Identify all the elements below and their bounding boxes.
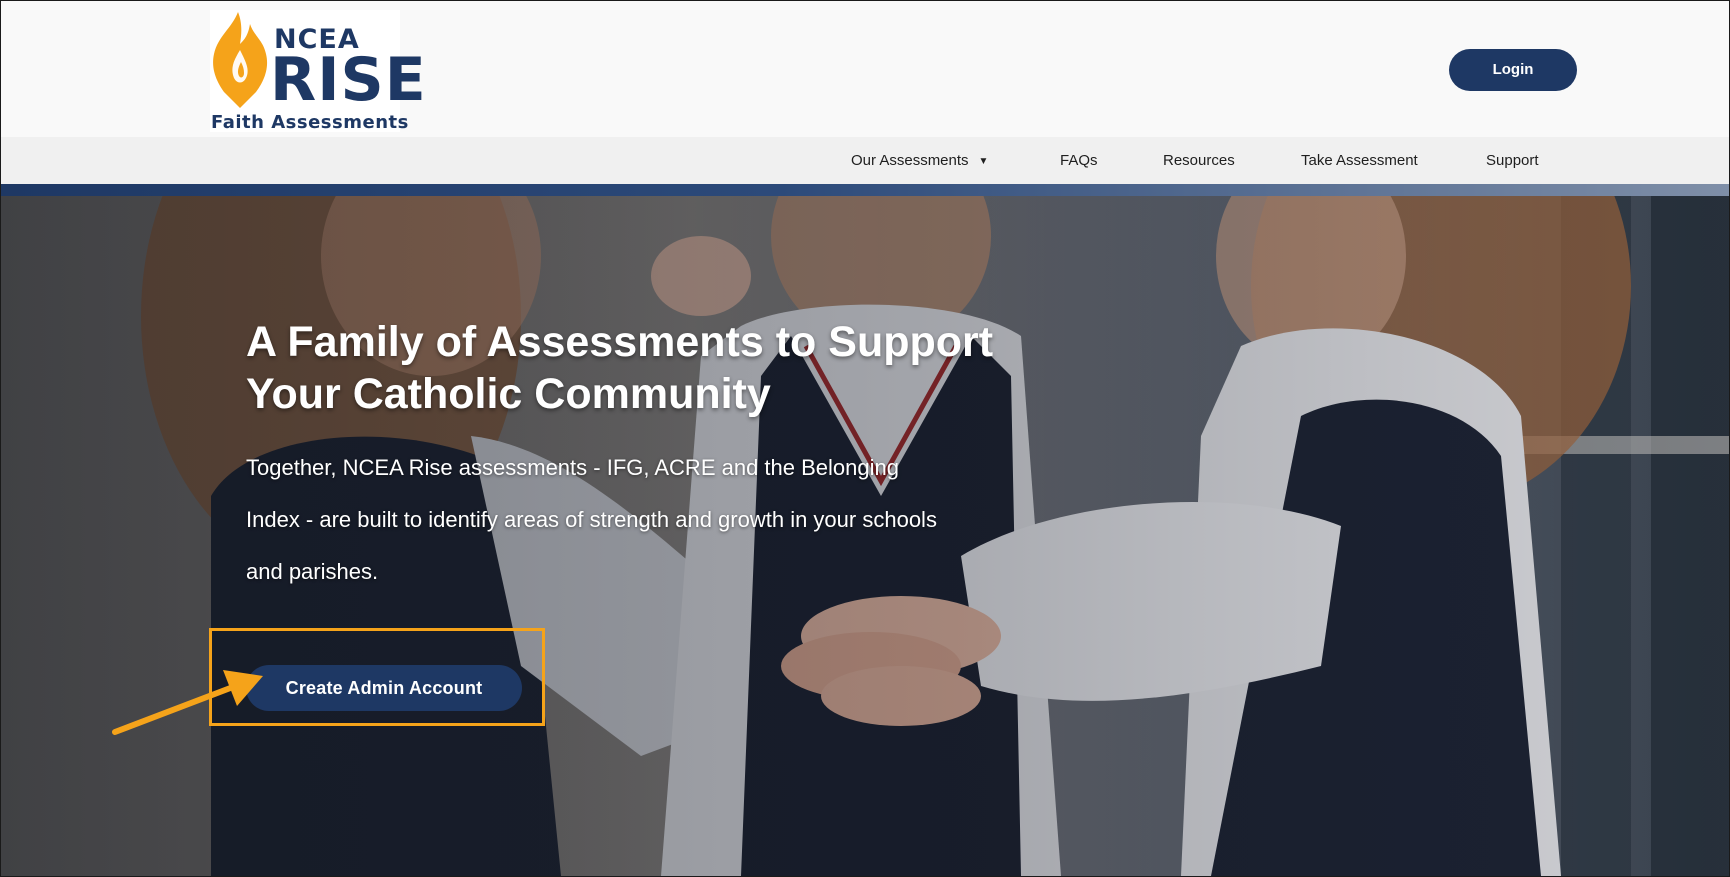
nav-item-support[interactable]: Support xyxy=(1486,137,1539,184)
nav-item-take-assessment[interactable]: Take Assessment xyxy=(1301,137,1418,184)
site-header: NCEA RISE Faith Assessments Login xyxy=(1,1,1729,137)
hero-section: A Family of Assessments to Support Your … xyxy=(1,196,1729,876)
arrow-icon xyxy=(112,670,263,735)
nav-item-resources[interactable]: Resources xyxy=(1163,137,1235,184)
nav-item-our-assessments[interactable]: Our Assessments ▼ xyxy=(851,137,988,184)
flame-icon xyxy=(213,12,268,108)
nav-accent-bar xyxy=(1,184,1729,196)
nav-item-faqs[interactable]: FAQs xyxy=(1060,137,1098,184)
login-button[interactable]: Login xyxy=(1449,49,1577,91)
ncea-rise-logo[interactable]: NCEA RISE Faith Assessments xyxy=(210,10,426,133)
logo-text-faith-assessments: Faith Assessments xyxy=(211,112,409,133)
caret-down-icon: ▼ xyxy=(978,156,989,167)
nav-item-label: Our Assessments xyxy=(851,152,969,169)
main-nav: Our Assessments ▼ FAQs Resources Take Ass… xyxy=(1,137,1729,184)
logo-text-rise: RISE xyxy=(270,45,427,115)
page: NCEA RISE Faith Assessments Login Our As… xyxy=(0,0,1730,877)
